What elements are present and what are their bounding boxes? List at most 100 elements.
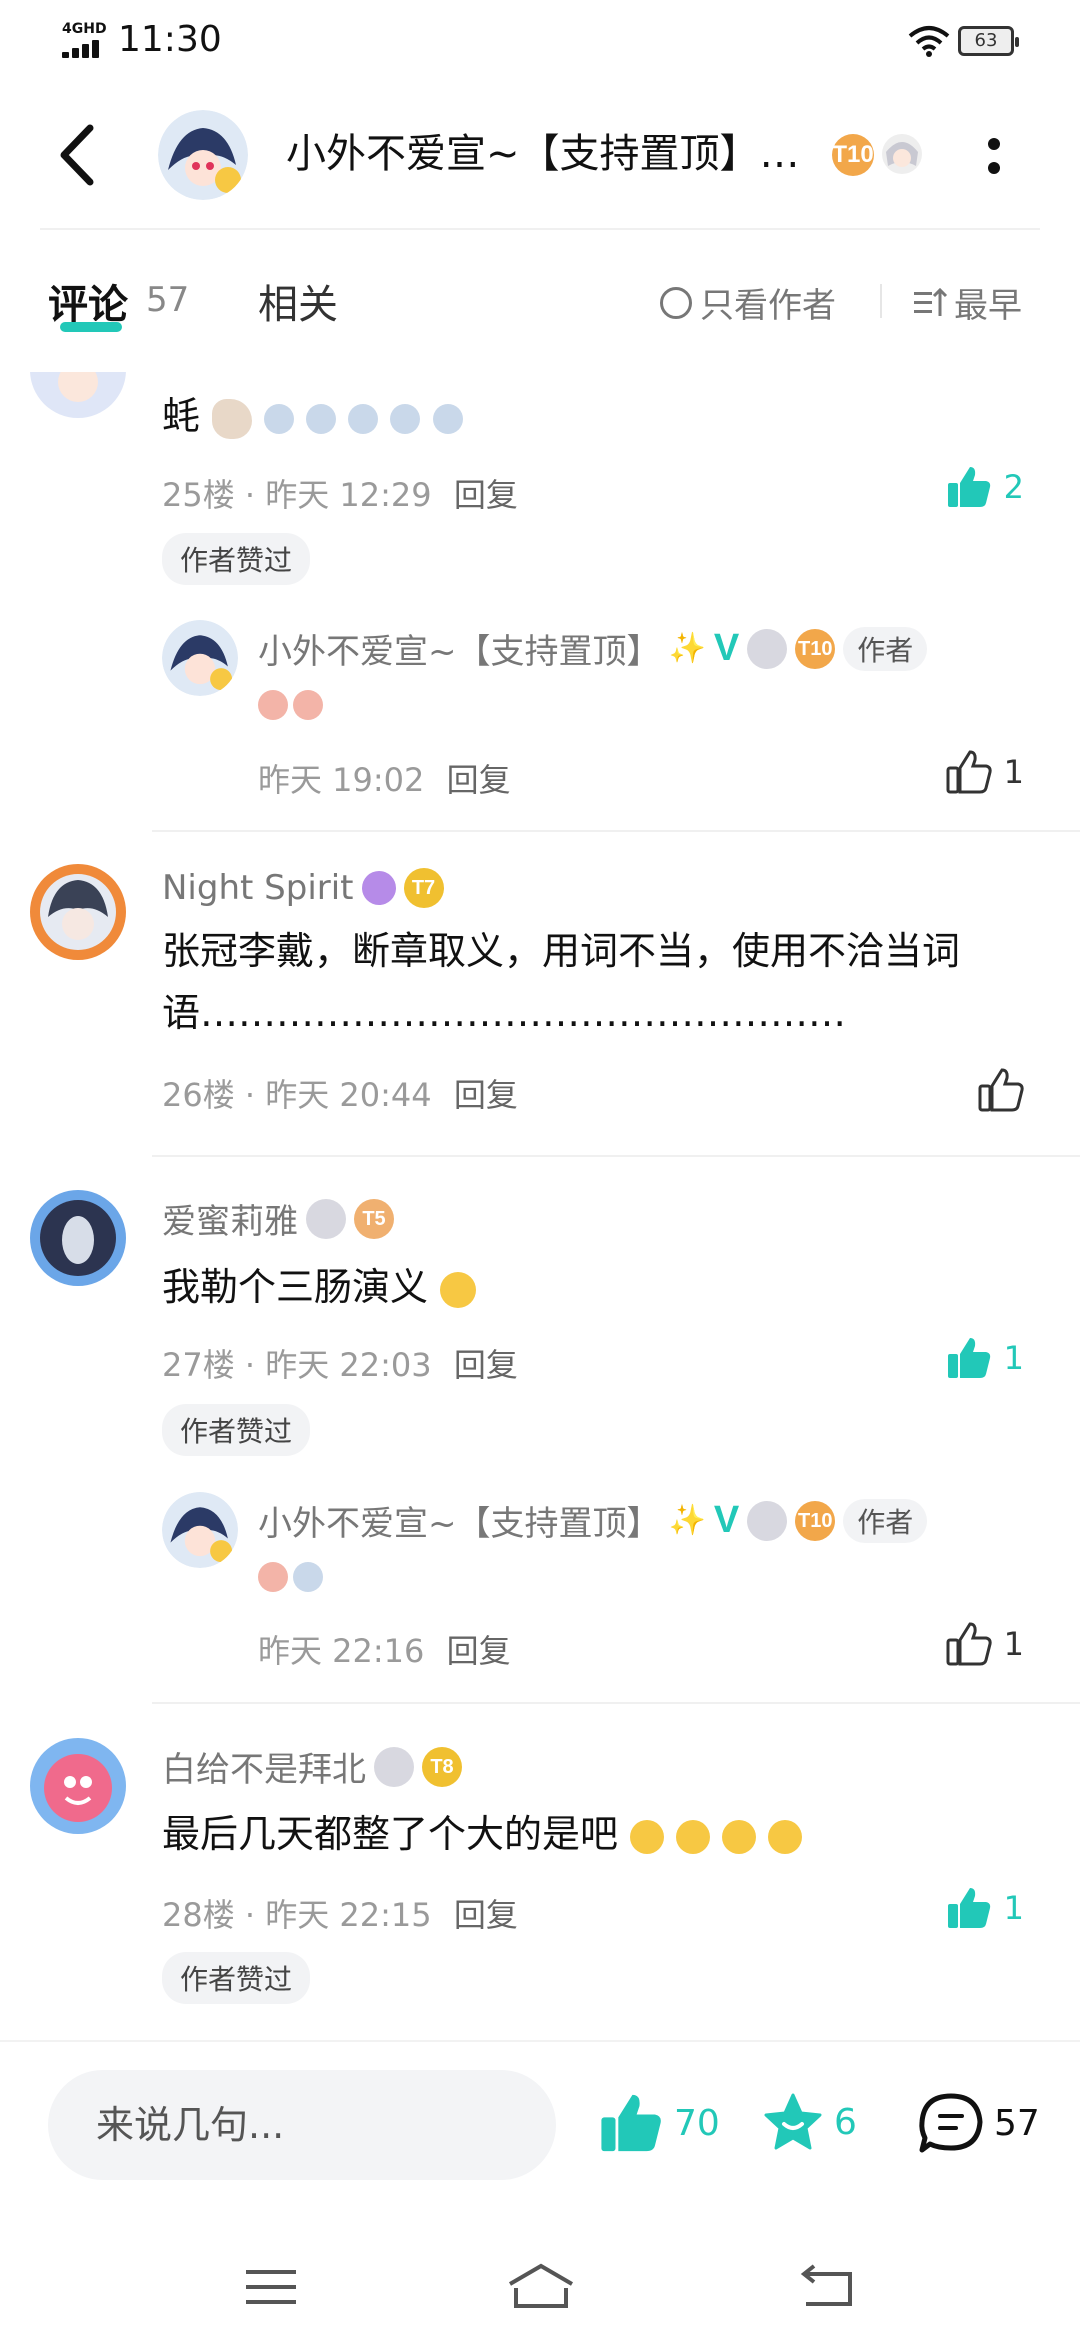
comment-content: 蚝: [162, 385, 1022, 447]
reply-button[interactable]: 回复: [454, 476, 518, 514]
like-count: 2: [1003, 468, 1024, 506]
back-nav-icon[interactable]: [796, 2262, 856, 2312]
status-bar: 4GHD 11:30 63: [0, 0, 1080, 80]
like-button[interactable]: 1: [946, 750, 1024, 794]
like-button[interactable]: 1: [946, 1886, 1024, 1930]
thumbs-up-icon: [947, 1338, 990, 1378]
like-count: 1: [1003, 1339, 1024, 1377]
verified-icon: V: [713, 627, 740, 669]
level-badge: T10: [795, 628, 836, 669]
comment-content: 最后几天都整了个大的是吧: [162, 1803, 1022, 1865]
sort-button[interactable]: 最早: [912, 278, 1022, 327]
post-like-button[interactable]: 70: [598, 2092, 720, 2154]
like-button[interactable]: 2: [946, 465, 1024, 509]
signal-icon: [62, 38, 110, 58]
reply-avatar[interactable]: [162, 1492, 238, 1568]
comment-count: 57: [994, 2102, 1040, 2144]
commenter-name: 白给不是拜北 T8: [162, 1742, 462, 1791]
reply-avatar[interactable]: [162, 620, 238, 696]
reply-time: 昨天 22:16: [258, 1632, 425, 1670]
comment-time: 昨天 20:44: [265, 1076, 432, 1114]
like-count: 1: [1003, 1625, 1024, 1663]
like-button[interactable]: 1: [946, 1622, 1024, 1666]
character-badge-icon: [882, 134, 922, 174]
commenter-name-text[interactable]: 白给不是拜北: [162, 1742, 366, 1791]
reply-meta: 昨天 19:02 回复: [258, 755, 511, 801]
reply-content: [258, 1562, 324, 1592]
comment-time: 昨天 12:29: [265, 476, 432, 514]
tab-related[interactable]: 相关: [258, 272, 338, 330]
emoji-icon: [258, 690, 288, 720]
comment-divider: [152, 1155, 1080, 1157]
level-badge: T5: [354, 1198, 394, 1239]
level-badge: T7: [403, 868, 444, 908]
comment-meta: 26楼 · 昨天 20:44 回复: [162, 1076, 518, 1114]
post-header: 小外不爱宣~【支持置顶】… T10: [0, 92, 1080, 222]
battery-indicator: 63: [958, 26, 1019, 56]
reply-author-name[interactable]: 小外不爱宣~【支持置顶】: [258, 624, 661, 673]
star-icon: [764, 2093, 822, 2150]
commenter-name-text[interactable]: 爱蜜莉雅: [162, 1194, 298, 1243]
oyster-emoji-icon: [212, 398, 253, 439]
floor-number: 28楼: [162, 1896, 235, 1934]
thumbs-up-icon: [601, 2094, 661, 2152]
favorite-button[interactable]: 6: [762, 2092, 857, 2152]
comments-button[interactable]: 57: [918, 2092, 1040, 2154]
commenter-avatar[interactable]: [28, 1188, 128, 1288]
author-liked-tag: 作者赞过: [162, 1952, 311, 2004]
clock: 11:30: [118, 19, 222, 60]
thumbs-up-icon: [947, 467, 990, 507]
reply-button[interactable]: 回复: [454, 1896, 518, 1934]
verified-icon: V: [713, 1499, 740, 1541]
sparkle-icon: ✨: [668, 1503, 706, 1538]
header-divider: [40, 228, 1040, 230]
like-button[interactable]: 1: [946, 1336, 1024, 1380]
floor-number: 27楼: [162, 1346, 235, 1384]
post-title[interactable]: 小外不爱宣~【支持置顶】…: [286, 122, 800, 186]
reply-button[interactable]: 回复: [454, 1346, 518, 1384]
post-like-count: 70: [674, 2102, 720, 2144]
floor-number: 26楼: [162, 1076, 235, 1114]
emoji-icon: [258, 1562, 288, 1592]
back-icon[interactable]: [50, 120, 110, 190]
active-tab-indicator: [60, 322, 122, 332]
character-badge-icon: [747, 628, 788, 669]
angry-emoji-icon: [630, 1819, 665, 1854]
crying-emoji-icon: [676, 1819, 711, 1854]
character-badge-icon: [306, 1198, 346, 1239]
reply-time: 昨天 19:02: [258, 761, 425, 799]
author-avatar[interactable]: [158, 110, 248, 200]
comment-time: 昨天 22:15: [265, 1896, 432, 1934]
smile-emoji-icon: [440, 1271, 477, 1308]
commenter-name: 爱蜜莉雅 T5: [162, 1194, 394, 1243]
reply-content: [258, 690, 324, 720]
reply-meta: 昨天 22:16 回复: [258, 1626, 511, 1672]
commenter-name-text[interactable]: Night Spirit: [162, 868, 354, 908]
reply-button[interactable]: 回复: [447, 1632, 511, 1670]
thumbs-up-outline-icon: [946, 1622, 992, 1666]
thumbs-up-icon: [947, 1888, 990, 1928]
comment-input[interactable]: 来说几句...: [48, 2070, 556, 2180]
character-badge-icon: [747, 1500, 788, 1541]
like-button[interactable]: [978, 1068, 1024, 1112]
comment-content: 张冠李戴，断章取义，用词不当，使用不洽当词语……………………………………………: [162, 929, 961, 1035]
commenter-avatar[interactable]: [28, 862, 128, 962]
home-nav-icon[interactable]: [506, 2262, 576, 2312]
sort-icon: [914, 287, 948, 316]
menu-nav-icon[interactable]: [242, 2262, 302, 2312]
comment-meta: 28楼 · 昨天 22:15 回复: [162, 1896, 518, 1934]
only-author-toggle[interactable]: 只看作者: [660, 278, 836, 327]
floor-number: 25楼: [162, 476, 235, 514]
more-options-icon[interactable]: [986, 136, 1002, 176]
bottom-divider: [0, 2040, 1080, 2042]
commenter-name: Night Spirit T7: [162, 868, 444, 908]
comments-count: 57: [146, 280, 190, 320]
commenter-avatar[interactable]: [28, 1736, 128, 1836]
comment-time: 昨天 22:03: [265, 1346, 432, 1384]
reply-author-name[interactable]: 小外不爱宣~【支持置顶】: [258, 1496, 661, 1545]
like-count: 1: [1003, 1889, 1024, 1927]
reply-button[interactable]: 回复: [454, 1076, 518, 1114]
tab-separator: [880, 284, 882, 318]
reply-button[interactable]: 回复: [447, 761, 511, 799]
radio-icon: [660, 286, 692, 319]
